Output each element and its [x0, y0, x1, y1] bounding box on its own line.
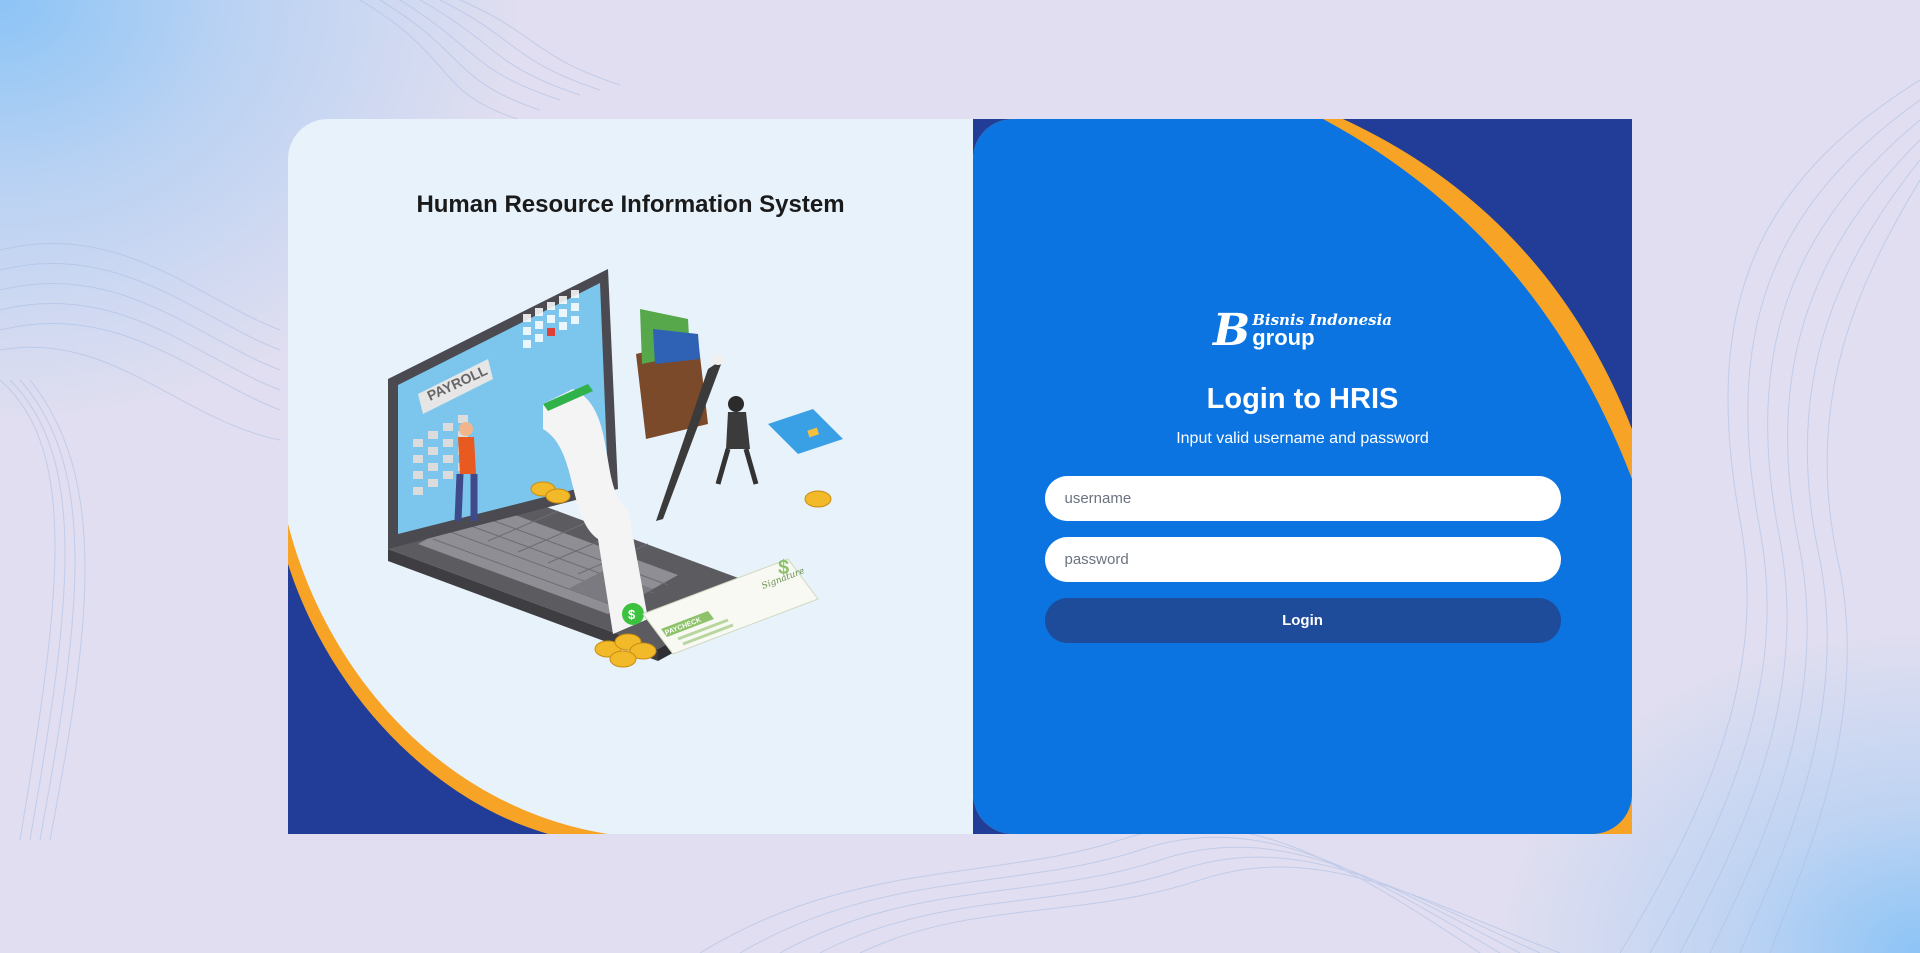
login-form: B Bisnis Indonesia group Login to HRIS I… [973, 119, 1632, 834]
logo-text: Bisnis Indonesia group [1252, 313, 1392, 349]
system-title: Human Resource Information System [416, 191, 845, 218]
login-button[interactable]: Login [1044, 598, 1561, 643]
password-input[interactable] [1044, 537, 1561, 582]
left-panel: Human Resource Information System PAYROL… [288, 119, 973, 834]
login-subtitle: Input valid username and password [1176, 430, 1429, 447]
username-input[interactable] [1044, 476, 1561, 521]
check-dollar-sign: $ [778, 557, 789, 579]
logo-mark: B [1212, 305, 1251, 356]
login-card: Human Resource Information System PAYROL… [288, 119, 1632, 834]
bisnis-indonesia-logo: B Bisnis Indonesia group [1213, 309, 1392, 353]
login-title: Login to HRIS [1206, 383, 1399, 415]
logo-line2: group [1252, 325, 1315, 350]
right-panel: B Bisnis Indonesia group Login to HRIS I… [973, 119, 1632, 834]
payroll-illustration: PAYROLL $ PAYCHECK Signature $ [388, 269, 843, 668]
receipt-dollar-sign: $ [628, 607, 636, 622]
